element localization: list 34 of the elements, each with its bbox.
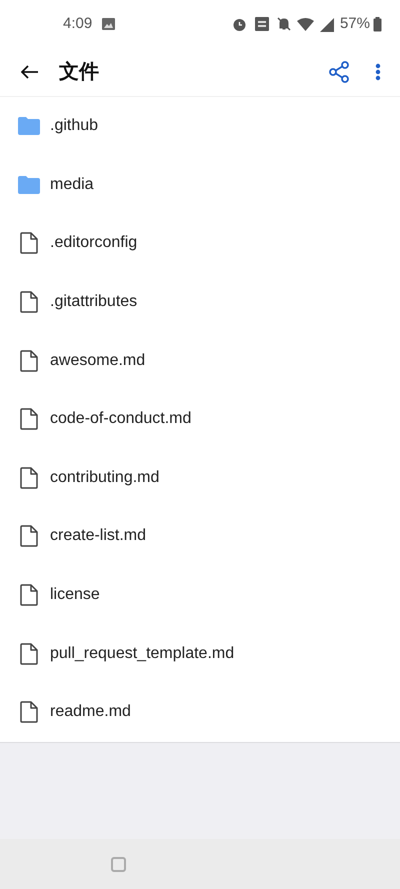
image-icon xyxy=(102,18,116,30)
file-name: awesome.md xyxy=(50,350,146,371)
file-icon xyxy=(20,291,38,314)
share-button[interactable] xyxy=(327,60,351,84)
bell-off-icon xyxy=(276,17,291,31)
file-name: .gitattributes xyxy=(50,292,138,312)
file-icon xyxy=(20,525,38,548)
file-icon xyxy=(20,350,38,372)
file-icon xyxy=(20,701,38,724)
signal-icon xyxy=(318,16,334,32)
back-arrow-icon xyxy=(21,65,39,79)
file-name: contributing.md xyxy=(50,468,160,488)
share-icon xyxy=(329,61,349,83)
file-name: code-of-conduct.md xyxy=(50,409,192,430)
app-bar-title: 文件 xyxy=(59,60,99,85)
file-icon xyxy=(20,584,38,606)
wifi-icon xyxy=(296,18,314,30)
file-name: create-list.md xyxy=(50,526,146,546)
file-icon xyxy=(20,466,38,489)
more-icon xyxy=(375,63,381,81)
file-name: readme.md xyxy=(50,702,131,722)
battery-percent: 57% xyxy=(340,14,370,34)
status-time: 4:09 xyxy=(63,14,92,34)
file-name: .editorconfig xyxy=(50,233,138,254)
file-name: license xyxy=(50,585,100,606)
file-icon xyxy=(20,642,38,665)
folder-icon xyxy=(18,117,40,136)
file-name: .github xyxy=(50,116,98,136)
battery-icon xyxy=(373,16,382,32)
folder-icon xyxy=(18,176,40,194)
file-icon xyxy=(20,232,38,254)
file-name: media xyxy=(50,174,94,195)
file-name: pull_request_template.md xyxy=(50,644,234,664)
file-icon xyxy=(20,408,38,430)
